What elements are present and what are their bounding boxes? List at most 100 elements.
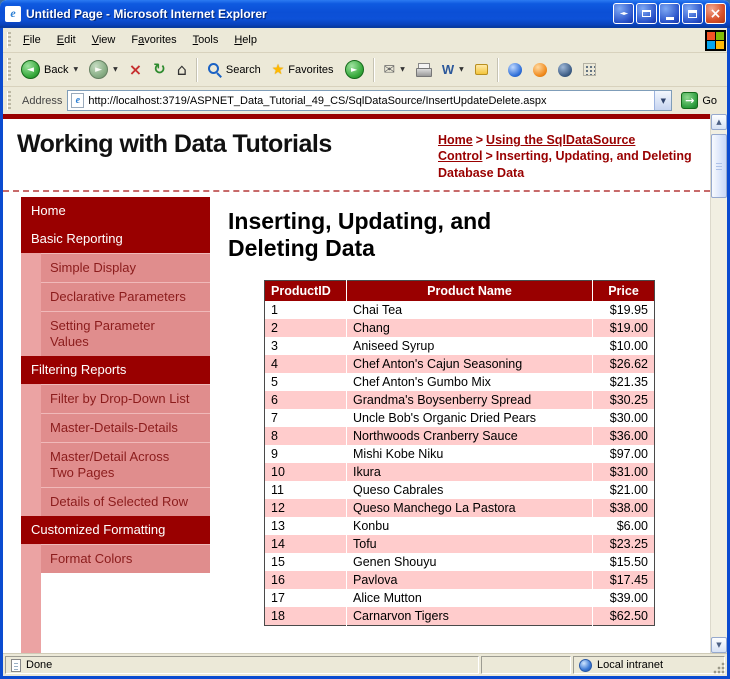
price-cell: $38.00 (593, 499, 655, 517)
table-row: 11Queso Cabrales$21.00 (265, 481, 655, 499)
sidebar-item-home[interactable]: Home (21, 197, 210, 225)
addon-button-grid[interactable] (578, 60, 601, 79)
vertical-scrollbar[interactable]: ▲ ▼ (710, 114, 727, 653)
table-row: 2Chang$19.00 (265, 319, 655, 337)
titlebar-extra-button-1[interactable]: ◄► (613, 3, 634, 24)
table-row: 9Mishi Kobe Niku$97.00 (265, 445, 655, 463)
product-name-cell: Carnarvon Tigers (347, 607, 593, 626)
price-cell: $21.35 (593, 373, 655, 391)
table-row: 6Grandma's Boysenberry Spread$30.25 (265, 391, 655, 409)
maximize-button[interactable] (682, 3, 703, 24)
price-cell: $23.25 (593, 535, 655, 553)
resize-grip-icon[interactable] (713, 662, 725, 674)
back-button[interactable]: ◄ Back ▼ (16, 57, 83, 82)
product-id-cell: 13 (265, 517, 347, 535)
status-zone-panel: Local intranet (573, 656, 725, 674)
product-id-cell: 6 (265, 391, 347, 409)
back-dropdown-icon[interactable]: ▼ (73, 66, 78, 73)
sidebar-item-setting-parameter-values[interactable]: Setting Parameter Values (41, 311, 210, 356)
mail-button[interactable]: ✉ ▼ (379, 59, 410, 81)
scroll-down-button[interactable]: ▼ (711, 637, 727, 653)
print-button[interactable] (411, 60, 436, 79)
sidebar-item-simple-display[interactable]: Simple Display (41, 253, 210, 282)
address-dropdown-button[interactable]: ▼ (654, 91, 671, 110)
menubar-grip[interactable] (7, 32, 11, 49)
media-button[interactable]: ► (340, 57, 369, 82)
close-button[interactable]: × (705, 3, 726, 24)
sidebar-item-master-details-details[interactable]: Master-Details-Details (41, 413, 210, 442)
table-row: 5Chef Anton's Gumbo Mix$21.35 (265, 373, 655, 391)
product-name-cell: Uncle Bob's Organic Dried Pears (347, 409, 593, 427)
scroll-up-button[interactable]: ▲ (711, 114, 727, 130)
table-row: 8Northwoods Cranberry Sauce$36.00 (265, 427, 655, 445)
favorites-button[interactable]: ★ Favorites (267, 59, 339, 81)
menu-file[interactable]: File (15, 30, 49, 50)
price-cell: $21.00 (593, 481, 655, 499)
titlebar: e Untitled Page - Microsoft Internet Exp… (0, 0, 730, 28)
scrollbar-track[interactable] (711, 130, 727, 637)
media-icon: ► (345, 60, 364, 79)
toolbar-separator (196, 58, 198, 82)
menu-tools[interactable]: Tools (185, 30, 227, 50)
sidebar-item-details-of-selected-row[interactable]: Details of Selected Row (41, 487, 210, 516)
orange-addon-icon (533, 63, 547, 77)
addon-button-orange[interactable] (528, 60, 552, 80)
sidebar-menu: HomeBasic ReportingSimple DisplayDeclara… (21, 197, 210, 573)
go-button[interactable]: → Go (677, 90, 721, 111)
price-cell: $17.45 (593, 571, 655, 589)
minimize-button[interactable] (659, 3, 680, 24)
product-id-cell: 11 (265, 481, 347, 499)
product-id-cell: 4 (265, 355, 347, 373)
product-id-cell: 8 (265, 427, 347, 445)
sidebar-item-format-colors[interactable]: Format Colors (41, 544, 210, 573)
product-name-cell: Chai Tea (347, 301, 593, 319)
security-zone-label: Local intranet (597, 659, 663, 671)
status-bar: Done Local intranet (3, 653, 727, 676)
menu-favorites[interactable]: Favorites (123, 30, 184, 50)
address-input[interactable] (88, 92, 654, 109)
price-cell: $36.00 (593, 427, 655, 445)
back-label: Back (44, 64, 68, 76)
forward-dropdown-icon[interactable]: ▼ (113, 66, 118, 73)
menu-view[interactable]: View (84, 30, 124, 50)
breadcrumb-separator: > (485, 149, 492, 163)
product-name-cell: Grandma's Boysenberry Spread (347, 391, 593, 409)
scrollbar-thumb[interactable] (711, 134, 727, 198)
menu-edit[interactable]: Edit (49, 30, 84, 50)
stop-button[interactable]: × (124, 59, 147, 81)
refresh-button[interactable]: ↻ (148, 59, 171, 80)
price-cell: $97.00 (593, 445, 655, 463)
breadcrumb-home-link[interactable]: Home (438, 133, 473, 147)
sidebar-item-customized-formatting[interactable]: Customized Formatting (21, 516, 210, 544)
addon-button-dark[interactable] (553, 60, 577, 80)
edit-dropdown-icon[interactable]: ▼ (459, 66, 464, 73)
status-page-icon (11, 659, 21, 672)
sidebar-item-filtering-reports[interactable]: Filtering Reports (21, 356, 210, 384)
sidebar-item-filter-by-drop-down-list[interactable]: Filter by Drop-Down List (41, 384, 210, 413)
edit-with-word-button[interactable]: W ▼ (437, 59, 469, 80)
sidebar-item-master-detail-across-two-pages[interactable]: Master/Detail Across Two Pages (41, 442, 210, 487)
discuss-button[interactable] (470, 61, 493, 78)
word-icon: W (442, 62, 454, 77)
home-button[interactable]: ⌂ (172, 59, 192, 81)
addressbar-grip[interactable] (7, 91, 11, 110)
messenger-button[interactable] (503, 60, 527, 80)
mail-icon: ✉ (384, 62, 396, 78)
sidebar-item-declarative-parameters[interactable]: Declarative Parameters (41, 282, 210, 311)
product-name-cell: Pavlova (347, 571, 593, 589)
main-content: Inserting, Updating, and Deleting Data P… (210, 192, 710, 626)
search-button[interactable]: Search (202, 59, 266, 80)
price-cell: $39.00 (593, 589, 655, 607)
product-name-cell: Chef Anton's Cajun Seasoning (347, 355, 593, 373)
product-id-cell: 12 (265, 499, 347, 517)
forward-button[interactable]: ► ▼ (84, 57, 123, 82)
titlebar-extra-button-2[interactable] (636, 3, 657, 24)
stop-icon: × (129, 62, 142, 78)
menu-help[interactable]: Help (226, 30, 265, 50)
table-row: 17Alice Mutton$39.00 (265, 589, 655, 607)
toolbar-grip[interactable] (7, 58, 11, 81)
sidebar-item-basic-reporting[interactable]: Basic Reporting (21, 225, 210, 253)
table-row: 7Uncle Bob's Organic Dried Pears$30.00 (265, 409, 655, 427)
product-id-cell: 14 (265, 535, 347, 553)
mail-dropdown-icon[interactable]: ▼ (400, 66, 405, 73)
